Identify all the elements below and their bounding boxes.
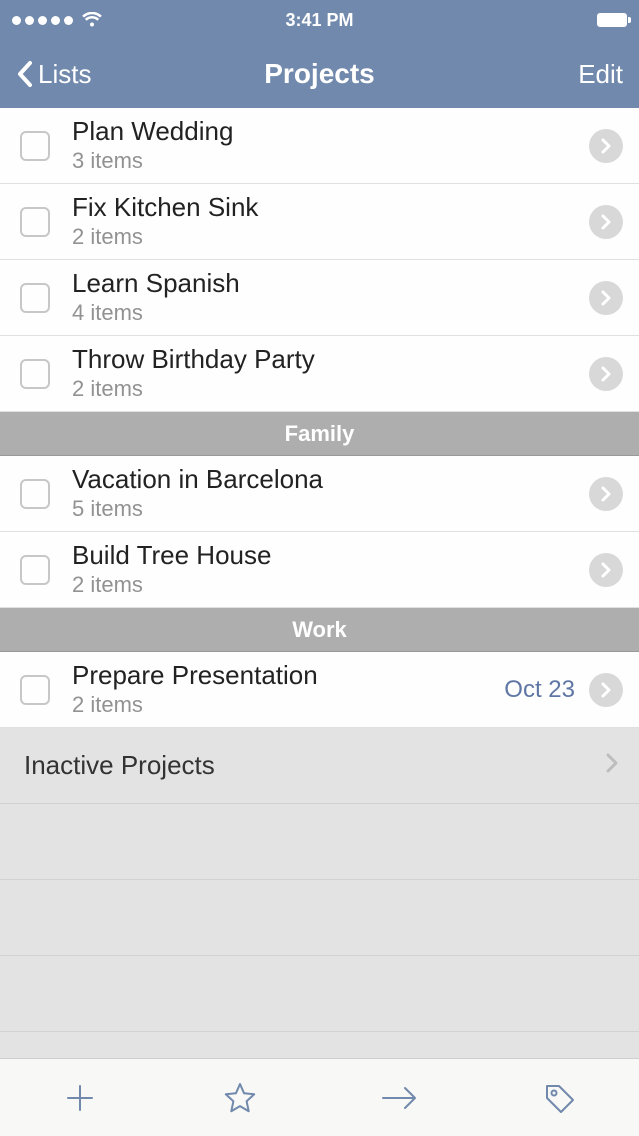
checkbox[interactable] <box>20 555 50 585</box>
project-row[interactable]: Vacation in Barcelona5 items <box>0 456 639 532</box>
tag-button[interactable] <box>529 1068 589 1128</box>
project-row[interactable]: Learn Spanish4 items <box>0 260 639 336</box>
row-title: Plan Wedding <box>72 117 589 146</box>
page-title: Projects <box>264 58 375 90</box>
checkbox[interactable] <box>20 131 50 161</box>
checkbox[interactable] <box>20 283 50 313</box>
disclosure-button[interactable] <box>589 281 623 315</box>
back-label: Lists <box>38 59 91 90</box>
row-title: Learn Spanish <box>72 269 589 298</box>
project-row[interactable]: Build Tree House2 items <box>0 532 639 608</box>
row-title: Prepare Presentation <box>72 661 504 690</box>
row-text: Learn Spanish4 items <box>72 269 589 326</box>
inactive-label: Inactive Projects <box>24 750 215 781</box>
status-left <box>12 12 103 28</box>
disclosure-button[interactable] <box>589 673 623 707</box>
row-subtitle: 2 items <box>72 224 589 250</box>
project-list: Plan Wedding3 itemsFix Kitchen Sink2 ite… <box>0 108 639 728</box>
disclosure-button[interactable] <box>589 357 623 391</box>
chevron-right-icon <box>599 213 613 231</box>
chevron-right-icon <box>599 289 613 307</box>
signal-dots-icon <box>12 16 73 25</box>
disclosure-button[interactable] <box>589 205 623 239</box>
chevron-left-icon <box>16 59 34 89</box>
battery-icon <box>597 13 627 27</box>
project-row[interactable]: Plan Wedding3 items <box>0 108 639 184</box>
row-text: Prepare Presentation2 items <box>72 661 504 718</box>
section-header: Family <box>0 412 639 456</box>
status-bar: 3:41 PM <box>0 0 639 40</box>
tag-icon <box>541 1080 577 1116</box>
chevron-right-icon <box>605 750 619 781</box>
row-text: Fix Kitchen Sink2 items <box>72 193 589 250</box>
checkbox[interactable] <box>20 675 50 705</box>
chevron-right-icon <box>599 137 613 155</box>
edit-button[interactable]: Edit <box>578 59 623 90</box>
row-subtitle: 2 items <box>72 572 589 598</box>
project-row[interactable]: Prepare Presentation2 itemsOct 23 <box>0 652 639 728</box>
row-title: Build Tree House <box>72 541 589 570</box>
disclosure-button[interactable] <box>589 477 623 511</box>
checkbox[interactable] <box>20 479 50 509</box>
row-text: Throw Birthday Party2 items <box>72 345 589 402</box>
row-due-date: Oct 23 <box>504 676 575 704</box>
project-row[interactable]: Fix Kitchen Sink2 items <box>0 184 639 260</box>
row-subtitle: 2 items <box>72 376 589 402</box>
row-text: Plan Wedding3 items <box>72 117 589 174</box>
arrow-right-icon <box>379 1084 419 1112</box>
plus-icon <box>62 1080 98 1116</box>
row-subtitle: 2 items <box>72 692 504 718</box>
row-subtitle: 3 items <box>72 148 589 174</box>
status-time: 3:41 PM <box>285 10 353 31</box>
checkbox[interactable] <box>20 207 50 237</box>
add-button[interactable] <box>50 1068 110 1128</box>
disclosure-button[interactable] <box>589 553 623 587</box>
chevron-right-icon <box>599 561 613 579</box>
wifi-icon <box>81 12 103 28</box>
star-button[interactable] <box>210 1068 270 1128</box>
row-title: Fix Kitchen Sink <box>72 193 589 222</box>
row-title: Vacation in Barcelona <box>72 465 589 494</box>
chevron-right-icon <box>599 365 613 383</box>
row-text: Vacation in Barcelona5 items <box>72 465 589 522</box>
disclosure-button[interactable] <box>589 129 623 163</box>
section-header: Work <box>0 608 639 652</box>
inactive-projects-row[interactable]: Inactive Projects <box>0 728 639 804</box>
row-subtitle: 4 items <box>72 300 589 326</box>
star-icon <box>222 1080 258 1116</box>
project-row[interactable]: Throw Birthday Party2 items <box>0 336 639 412</box>
forward-button[interactable] <box>369 1068 429 1128</box>
row-title: Throw Birthday Party <box>72 345 589 374</box>
back-button[interactable]: Lists <box>16 59 91 90</box>
row-subtitle: 5 items <box>72 496 589 522</box>
checkbox[interactable] <box>20 359 50 389</box>
chevron-right-icon <box>599 681 613 699</box>
nav-bar: Lists Projects Edit <box>0 40 639 108</box>
row-text: Build Tree House2 items <box>72 541 589 598</box>
empty-area <box>0 804 639 1032</box>
chevron-right-icon <box>599 485 613 503</box>
toolbar <box>0 1058 639 1136</box>
